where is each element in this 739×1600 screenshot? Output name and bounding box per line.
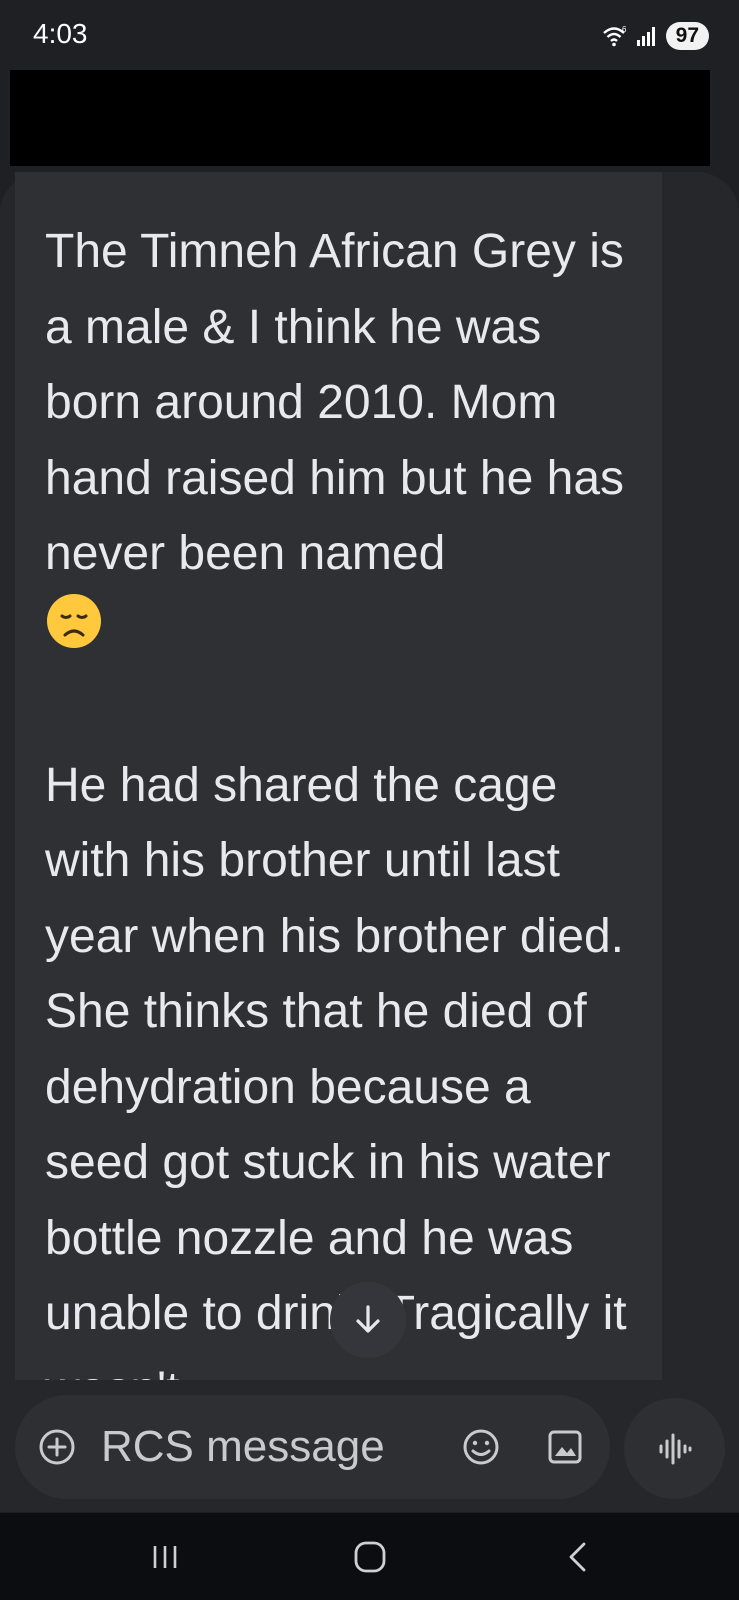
svg-text:6: 6 [622,25,627,34]
recents-icon [153,1546,177,1568]
recents-button[interactable] [135,1533,195,1581]
scroll-down-button[interactable] [330,1282,406,1358]
status-icons: 6 97 [602,21,709,51]
message-bubble[interactable]: The Timneh African Grey is a male & I th… [15,172,662,1380]
home-icon [354,1541,386,1573]
voice-message-button[interactable] [624,1398,725,1499]
compose-input[interactable] [101,1417,441,1477]
home-button[interactable] [340,1533,400,1581]
add-icon[interactable] [37,1427,77,1467]
message-paragraph-2: He had shared the cage with his brother … [45,758,627,1380]
clock: 4:03 [33,18,88,49]
redacted-header [10,70,710,166]
gallery-icon[interactable] [547,1429,583,1465]
voice-icon [659,1433,691,1464]
message-paragraph-1: The Timneh African Grey is a male & I th… [45,225,638,580]
signal-icon [636,27,655,46]
back-icon [569,1542,586,1572]
battery-indicator: 97 [665,22,709,50]
navigation-bar [0,1513,739,1600]
status-bar: 4:03 6 97 [0,0,739,70]
back-button[interactable] [548,1533,608,1581]
compose-bar [15,1395,610,1499]
wifi-icon: 6 [602,25,627,47]
arrow-down-icon [356,1305,380,1333]
emoji-icon[interactable] [461,1427,501,1467]
message-text: The Timneh African Grey is a male & I th… [45,214,645,1380]
disappointed-face-icon [45,592,103,673]
